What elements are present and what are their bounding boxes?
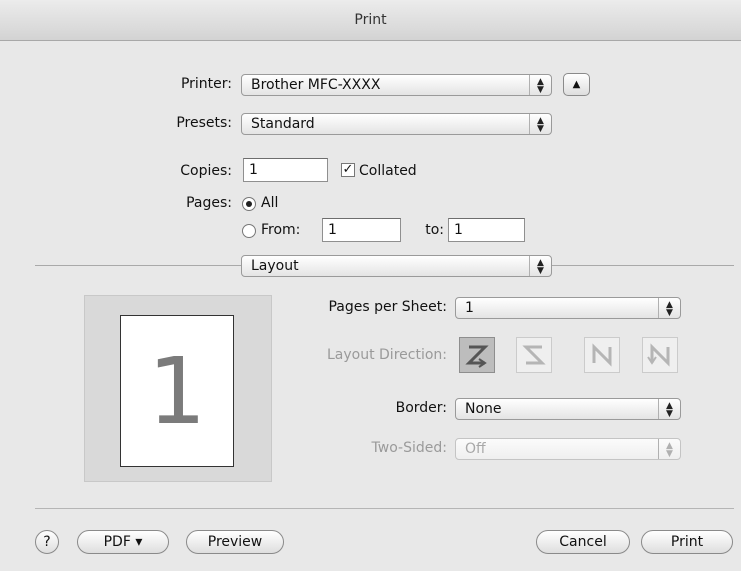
two-sided-label: Two-Sided: [371,440,447,456]
two-sided-popup[interactable]: Off ▲ ▼ [455,438,681,460]
printer-label: Printer: [180,76,232,92]
section-value: Layout [251,258,299,274]
pages-from-field[interactable]: 1 [322,218,401,242]
printer-info-button[interactable]: ▲ [563,73,590,96]
pages-label: Pages: [186,195,232,211]
border-value: None [465,401,502,417]
reverse-n-direction-icon [592,343,612,367]
copies-label: Copies: [180,163,232,179]
collated-checkbox[interactable]: ✓ [341,163,355,177]
page-preview: 1 [120,315,234,467]
up-down-arrows-icon: ▲ ▼ [529,114,551,134]
printer-popup[interactable]: Brother MFC-XXXX ▲ ▼ [241,74,552,96]
n-direction-icon [647,343,670,367]
window-title: Print [0,0,741,41]
up-down-arrows-icon: ▲ ▼ [529,256,551,276]
presets-popup[interactable]: Standard ▲ ▼ [241,113,552,135]
pages-per-sheet-label: Pages per Sheet: [328,299,447,315]
layout-direction-label: Layout Direction: [326,347,447,363]
pages-all-label: All [261,195,279,211]
pages-to-field[interactable]: 1 [448,218,525,242]
cancel-button[interactable]: Cancel [536,530,630,554]
border-label: Border: [395,400,447,416]
z-direction-icon [465,345,489,368]
pages-to-label: to: [425,222,444,238]
copies-field[interactable]: 1 [243,158,328,182]
pages-per-sheet-popup[interactable]: 1 ▲ ▼ [455,297,681,319]
up-down-arrows-icon: ▲ ▼ [658,298,680,318]
up-down-arrows-icon: ▲ ▼ [658,439,680,459]
presets-value: Standard [251,116,315,132]
two-sided-value: Off [465,441,486,457]
layout-direction-n-button[interactable] [642,337,678,373]
printer-value: Brother MFC-XXXX [251,77,381,93]
print-button[interactable]: Print [641,530,733,554]
help-icon: ? [43,534,51,550]
collated-label: Collated [359,163,417,179]
presets-label: Presets: [176,115,232,131]
pages-all-radio[interactable] [242,197,256,211]
pdf-menu-button[interactable]: PDF ▾ [77,530,169,554]
up-down-arrows-icon: ▲ ▼ [529,75,551,95]
help-button[interactable]: ? [35,530,59,554]
layout-direction-n-reverse-button[interactable] [584,337,620,373]
border-popup[interactable]: None ▲ ▼ [455,398,681,420]
up-down-arrows-icon: ▲ ▼ [658,399,680,419]
pages-from-label: From: [261,222,301,238]
layout-direction-s-button[interactable] [516,337,552,373]
pages-from-radio[interactable] [242,224,256,238]
section-separator-right [552,265,734,266]
section-separator-left [35,265,241,266]
preview-button[interactable]: Preview [186,530,284,554]
disclosure-up-icon: ▲ [572,79,581,90]
footer-separator [35,508,734,509]
layout-direction-z-button[interactable] [459,337,495,373]
reverse-s-direction-icon [522,345,546,365]
pages-per-sheet-value: 1 [465,300,474,316]
section-popup[interactable]: Layout ▲ ▼ [241,255,552,277]
